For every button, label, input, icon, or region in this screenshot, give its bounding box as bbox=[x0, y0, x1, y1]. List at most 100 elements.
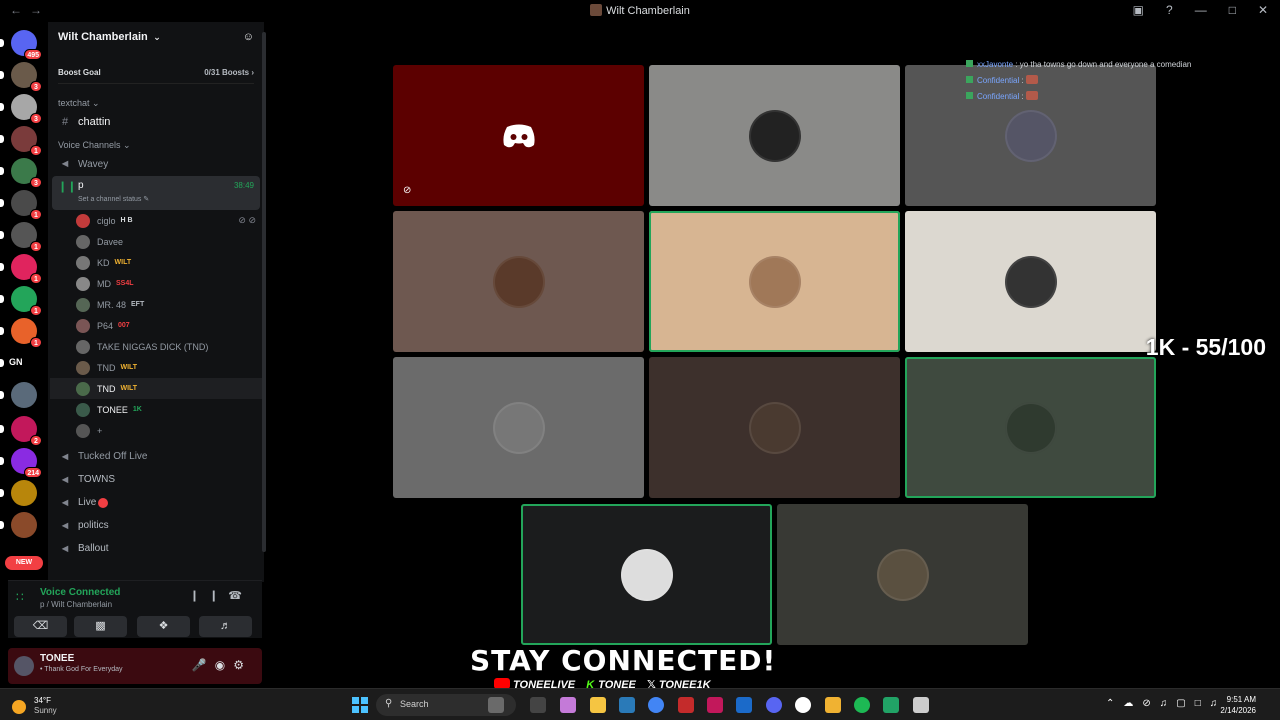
folder-icon[interactable] bbox=[590, 697, 606, 713]
start-button[interactable] bbox=[352, 697, 368, 713]
microphone-icon[interactable]: 🎤 bbox=[192, 658, 215, 672]
video-tile[interactable]: ⊘ bbox=[393, 65, 644, 206]
voice-channel-active[interactable]: ❙❙ p 38:49 Set a channel status ✎ bbox=[52, 176, 260, 210]
server-header[interactable]: Wilt Chamberlain ⌄ ☺ bbox=[48, 22, 264, 54]
category-textchat[interactable]: textchat ⌄ bbox=[48, 98, 264, 110]
store-icon[interactable] bbox=[619, 697, 635, 713]
acrobat-icon[interactable] bbox=[678, 697, 694, 713]
voice-user[interactable]: P64 007 bbox=[48, 315, 264, 336]
voice-location[interactable]: p / Wilt Chamberlain bbox=[40, 600, 112, 609]
avatar bbox=[1005, 402, 1057, 454]
set-channel-status[interactable]: Set a channel status ✎ bbox=[78, 195, 149, 203]
server-icon-13[interactable]: 2 bbox=[11, 416, 42, 446]
chat-text: : yo tha towns go down and everyone a co… bbox=[1013, 60, 1192, 69]
server-icon-11[interactable]: GN bbox=[9, 350, 37, 376]
noise-suppression-icon[interactable]: ❙❙ bbox=[190, 590, 228, 602]
voice-user[interactable]: KD WILT bbox=[48, 252, 264, 273]
steam-icon[interactable] bbox=[736, 697, 752, 713]
voice-user-name: TND bbox=[97, 362, 116, 373]
category-voice-channels[interactable]: Voice Channels ⌄ bbox=[48, 140, 264, 152]
sidebar-scrollbar[interactable] bbox=[262, 32, 266, 552]
voice-user[interactable]: Davee bbox=[48, 231, 264, 252]
boost-goal[interactable]: Boost Goal 0/31 Boosts › bbox=[58, 62, 254, 84]
clock[interactable]: 9:51 AM 2/14/2026 bbox=[1220, 694, 1256, 716]
mention-badge: 1 bbox=[30, 241, 42, 252]
spotify-icon[interactable] bbox=[854, 697, 870, 713]
server-icon-12[interactable] bbox=[11, 382, 37, 408]
video-tile[interactable] bbox=[649, 357, 900, 498]
disconnect-icon[interactable]: ☎ bbox=[228, 590, 252, 602]
server-icon-1[interactable]: 495 bbox=[11, 30, 42, 60]
voice-channel[interactable]: ◄ Live bbox=[48, 491, 264, 514]
headphones-icon[interactable]: ◉ bbox=[215, 658, 233, 672]
soundboard-button[interactable]: ♬ bbox=[199, 616, 252, 637]
system-tray[interactable]: ⌃☁⊘♫▢□♫ bbox=[1106, 698, 1226, 709]
video-tile[interactable] bbox=[905, 65, 1156, 206]
voice-channel[interactable]: ◄ Tucked Off Live bbox=[48, 445, 264, 468]
unread-pip bbox=[0, 489, 4, 497]
discord-ptb-icon[interactable] bbox=[913, 697, 929, 713]
voice-user[interactable]: TND WILT bbox=[48, 357, 264, 378]
video-tile[interactable] bbox=[393, 211, 644, 352]
share-screen-button[interactable]: ▩ bbox=[74, 616, 127, 637]
user-name[interactable]: TONEE bbox=[40, 653, 74, 664]
server-icon-3[interactable]: 3 bbox=[11, 94, 42, 124]
close-button[interactable]: ✕ bbox=[1258, 3, 1268, 17]
server-icon-15[interactable] bbox=[11, 480, 37, 506]
channel-chattin[interactable]: # chattin bbox=[48, 110, 264, 134]
server-icon-16[interactable] bbox=[11, 512, 37, 538]
video-tile[interactable] bbox=[905, 211, 1156, 352]
file-explorer-icon[interactable] bbox=[530, 697, 546, 713]
video-tile[interactable] bbox=[393, 357, 644, 498]
video-tile[interactable] bbox=[649, 211, 900, 352]
discord-icon[interactable] bbox=[766, 697, 782, 713]
server-icon-14[interactable]: 214 bbox=[11, 448, 42, 478]
settings-gear-icon[interactable]: ⚙ bbox=[233, 658, 252, 672]
invite-icon[interactable]: ☺ bbox=[243, 31, 254, 45]
clan-tag: 1K bbox=[132, 406, 142, 413]
unread-pip bbox=[0, 425, 4, 433]
voice-user[interactable]: TONEE 1K bbox=[48, 399, 264, 420]
avatar[interactable] bbox=[14, 656, 34, 676]
search-icon: ⚲ bbox=[385, 698, 393, 709]
voice-channel[interactable]: ◄ TOWNS bbox=[48, 468, 264, 491]
copilot-icon[interactable] bbox=[560, 697, 576, 713]
server-icon-2[interactable]: 3 bbox=[11, 62, 42, 92]
voice-status[interactable]: Voice Connected bbox=[40, 587, 120, 598]
server-icon-8[interactable]: 1 bbox=[11, 254, 42, 284]
excel-icon[interactable] bbox=[883, 697, 899, 713]
voice-user[interactable]: TND WILT bbox=[50, 378, 262, 399]
server-icon-6[interactable]: 1 bbox=[11, 190, 42, 220]
chat-icon[interactable] bbox=[825, 697, 841, 713]
camera-off-button[interactable]: ⌫ bbox=[14, 616, 67, 637]
voice-user[interactable]: MR. 48 EFT bbox=[48, 294, 264, 315]
widgets-icon[interactable] bbox=[488, 697, 504, 713]
voice-channel-wavey[interactable]: ◄ Wavey bbox=[48, 154, 264, 174]
signal-icon[interactable]: ∷ bbox=[16, 590, 24, 604]
voice-user[interactable]: + bbox=[48, 420, 264, 441]
video-tile[interactable] bbox=[649, 65, 900, 206]
voice-user[interactable]: MD SS4L bbox=[48, 273, 264, 294]
activities-button[interactable]: ❖ bbox=[137, 616, 190, 637]
vivaldi-icon[interactable] bbox=[707, 697, 723, 713]
server-icon-5[interactable]: 3 bbox=[11, 158, 42, 188]
chrome-icon[interactable] bbox=[648, 697, 664, 713]
server-icon-7[interactable]: 1 bbox=[11, 222, 42, 252]
video-tile[interactable] bbox=[905, 357, 1156, 498]
server-icon-10[interactable]: 1 bbox=[11, 318, 42, 348]
server-icon-9[interactable]: 1 bbox=[11, 286, 42, 316]
emote-icon bbox=[1025, 75, 1038, 84]
voice-user[interactable]: ciglo H B ⊘ ⊘ bbox=[48, 210, 264, 231]
video-tile[interactable] bbox=[521, 504, 772, 645]
voice-channel[interactable]: ◄ Ballout bbox=[48, 537, 264, 560]
github-icon[interactable] bbox=[795, 697, 811, 713]
chat-author: Confidential bbox=[977, 92, 1020, 101]
minimize-button[interactable]: — bbox=[1195, 3, 1207, 17]
server-icon-4[interactable]: 1 bbox=[11, 126, 42, 156]
voice-channel[interactable]: ◄ politics bbox=[48, 514, 264, 537]
video-tile[interactable] bbox=[777, 504, 1028, 645]
voice-user[interactable]: TAKE NIGGAS DICK (TND) bbox=[48, 336, 264, 357]
maximize-button[interactable]: □ bbox=[1229, 3, 1236, 17]
inbox-icon[interactable]: ▣ bbox=[1133, 3, 1144, 17]
help-icon[interactable]: ? bbox=[1166, 3, 1173, 17]
